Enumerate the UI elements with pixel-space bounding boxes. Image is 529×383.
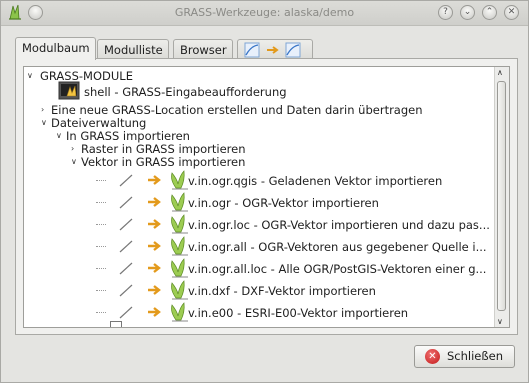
expanded-arrow-icon[interactable]: ∨ xyxy=(56,131,62,140)
tree-connector xyxy=(96,312,106,313)
tree-connector xyxy=(96,180,106,181)
module-icon xyxy=(119,214,188,234)
module-icon xyxy=(119,192,188,212)
module-label: v.in.ogr.all.loc - Alle OGR/PostGIS-Vekt… xyxy=(188,262,487,276)
expanded-arrow-icon[interactable]: ∨ xyxy=(71,157,77,166)
module-tree[interactable]: ∨ GRASS-MODULE shell - GRASS-Eingabeauff… xyxy=(23,66,510,328)
collapsed-arrow-icon[interactable]: › xyxy=(41,105,44,114)
tree-connector xyxy=(96,224,106,225)
maximize-button[interactable]: ⌃ xyxy=(482,5,497,20)
minimize-button[interactable]: ⌄ xyxy=(460,5,475,20)
expanded-arrow-icon[interactable]: ∨ xyxy=(41,118,47,127)
module-label: v.in.dxf - DXF-Vektor importieren xyxy=(188,284,376,298)
module-label: v.in.ogr - OGR-Vektor importieren xyxy=(188,196,379,210)
tab-modulliste[interactable]: Modulliste xyxy=(97,39,169,59)
module-icon xyxy=(119,236,188,256)
partial-module-icon xyxy=(110,321,122,327)
module-icon xyxy=(119,258,188,278)
module-icon xyxy=(119,280,188,300)
module-label: v.in.ogr.loc - OGR-Vektor importieren un… xyxy=(188,218,490,232)
tab-region[interactable] xyxy=(237,39,313,59)
tab-browser[interactable]: Browser xyxy=(173,39,233,59)
close-icon: ✕ xyxy=(425,349,440,364)
tree-connector xyxy=(96,290,106,291)
close-button-label: Schließen xyxy=(447,349,503,363)
scroll-up-arrow-icon[interactable]: ∧ xyxy=(497,68,503,77)
tab-modulbaum[interactable]: Modulbaum xyxy=(15,37,96,60)
grass-tools-window: GRASS-Werkzeuge: alaska/demo ? ⌄ ⌃ ✕ Mod… xyxy=(0,0,529,383)
shell-terminal-icon xyxy=(58,81,80,100)
title-bar: GRASS-Werkzeuge: alaska/demo ? ⌄ ⌃ ✕ xyxy=(1,1,528,26)
tree-connector xyxy=(96,246,106,247)
tree-connector xyxy=(96,268,106,269)
help-button[interactable]: ? xyxy=(438,5,453,20)
scrollbar-thumb[interactable] xyxy=(497,81,506,311)
module-label: v.in.ogr.all - OGR-Vektoren aus gegebene… xyxy=(188,240,487,254)
module-icon xyxy=(119,302,188,322)
module-label: v.in.ogr.qgis - Geladenen Vektor importi… xyxy=(188,174,443,188)
close-button[interactable]: ✕ Schließen xyxy=(414,345,515,368)
scroll-down-arrow-icon[interactable]: ∨ xyxy=(497,317,503,326)
tree-scrollbar[interactable]: ∧ ∨ xyxy=(494,67,509,327)
expanded-arrow-icon[interactable]: ∨ xyxy=(27,71,33,80)
partial-module-row xyxy=(110,319,122,327)
module-label: v.in.e00 - ESRI-E00-Vektor importieren xyxy=(188,306,409,320)
close-window-button[interactable]: ✕ xyxy=(504,5,519,20)
tree-connector xyxy=(96,202,106,203)
region-icon xyxy=(244,42,301,58)
modulbaum-panel: ∨ GRASS-MODULE shell - GRASS-Eingabeauff… xyxy=(15,58,518,335)
module-icon xyxy=(119,170,188,190)
collapsed-arrow-icon[interactable]: › xyxy=(71,144,74,153)
